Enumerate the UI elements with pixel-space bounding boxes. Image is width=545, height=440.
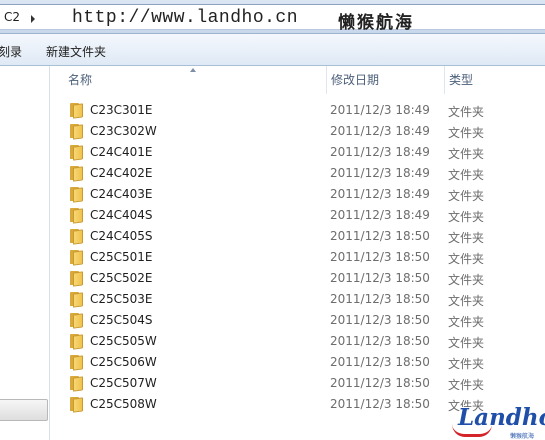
logo-text: Landho: [458, 404, 545, 431]
file-date: 2011/12/3 18:50: [330, 313, 430, 327]
file-date: 2011/12/3 18:49: [330, 124, 430, 138]
file-type: 文件夹: [448, 105, 485, 119]
folder-icon: [70, 376, 84, 392]
file-row[interactable]: C25C506W 2011/12/3 18:50 文件夹: [50, 352, 545, 373]
file-row[interactable]: C23C302W 2011/12/3 18:49 文件夹: [50, 121, 545, 142]
file-type: 文件夹: [448, 210, 485, 224]
folder-icon: [70, 292, 84, 308]
file-date: 2011/12/3 18:50: [330, 355, 430, 369]
file-date: 2011/12/3 18:50: [330, 271, 430, 285]
file-date: 2011/12/3 18:50: [330, 334, 430, 348]
folder-icon: [70, 145, 84, 161]
folder-icon: [70, 208, 84, 224]
folder-icon: [70, 271, 84, 287]
logo-subtitle: 懒猴航海: [510, 433, 535, 440]
file-date: 2011/12/3 18:49: [330, 187, 430, 201]
folder-icon: [70, 166, 84, 182]
column-type[interactable]: 类型: [444, 66, 545, 94]
file-name: C25C505W: [90, 334, 157, 348]
file-type: 文件夹: [448, 378, 485, 392]
address-bar: C2 http://www.landho.cn 懒猴航海: [0, 0, 545, 34]
file-type: 文件夹: [448, 147, 485, 161]
file-type: 文件夹: [448, 168, 485, 182]
file-row[interactable]: C25C503E 2011/12/3 18:50 文件夹: [50, 289, 545, 310]
folder-icon: [70, 313, 84, 329]
folder-icon: [70, 124, 84, 140]
burn-button[interactable]: 刻录: [0, 43, 22, 60]
folder-icon: [70, 397, 84, 413]
file-name: C25C507W: [90, 376, 157, 390]
nav-horizontal-scrollbar[interactable]: [0, 399, 48, 421]
file-date: 2011/12/3 18:50: [330, 229, 430, 243]
folder-icon: [70, 229, 84, 245]
file-date: 2011/12/3 18:50: [330, 292, 430, 306]
toolbar: 刻录 新建文件夹: [0, 34, 545, 66]
file-type: 文件夹: [448, 357, 485, 371]
folder-icon: [70, 187, 84, 203]
column-name[interactable]: 名称: [68, 66, 323, 94]
file-row[interactable]: C24C405S 2011/12/3 18:50 文件夹: [50, 226, 545, 247]
navigation-pane: [0, 66, 50, 440]
file-type: 文件夹: [448, 315, 485, 329]
file-name: C25C506W: [90, 355, 157, 369]
landho-logo: Landho 懒猴航海: [452, 404, 545, 440]
file-name: C25C502E: [90, 271, 153, 285]
file-type: 文件夹: [448, 336, 485, 350]
new-folder-button[interactable]: 新建文件夹: [46, 43, 106, 60]
file-name: C24C402E: [90, 166, 153, 180]
column-header: 名称 修改日期 类型: [50, 66, 545, 94]
file-name: C24C404S: [90, 208, 153, 222]
file-row[interactable]: C24C401E 2011/12/3 18:49 文件夹: [50, 142, 545, 163]
folder-icon: [70, 334, 84, 350]
file-date: 2011/12/3 18:50: [330, 397, 430, 411]
file-row[interactable]: C23C301E 2011/12/3 18:49 文件夹: [50, 100, 545, 121]
file-row[interactable]: C25C507W 2011/12/3 18:50 文件夹: [50, 373, 545, 394]
file-row[interactable]: C24C404S 2011/12/3 18:49 文件夹: [50, 205, 545, 226]
chevron-right-icon[interactable]: [31, 15, 35, 23]
file-name: C25C501E: [90, 250, 153, 264]
file-name: C24C401E: [90, 145, 153, 159]
file-type: 文件夹: [448, 231, 485, 245]
address-input[interactable]: C2 http://www.landho.cn 懒猴航海: [0, 4, 545, 33]
file-row[interactable]: C25C505W 2011/12/3 18:50 文件夹: [50, 331, 545, 352]
file-date: 2011/12/3 18:49: [330, 145, 430, 159]
file-row[interactable]: C24C402E 2011/12/3 18:49 文件夹: [50, 163, 545, 184]
column-date-modified[interactable]: 修改日期: [326, 66, 444, 94]
file-row[interactable]: C25C501E 2011/12/3 18:50 文件夹: [50, 247, 545, 268]
file-row[interactable]: C24C403E 2011/12/3 18:49 文件夹: [50, 184, 545, 205]
file-name: C25C504S: [90, 313, 153, 327]
file-date: 2011/12/3 18:50: [330, 376, 430, 390]
file-date: 2011/12/3 18:49: [330, 208, 430, 222]
watermark-name: 懒猴航海: [338, 13, 414, 33]
file-date: 2011/12/3 18:50: [330, 250, 430, 264]
file-name: C25C508W: [90, 397, 157, 411]
file-list: C23C301E 2011/12/3 18:49 文件夹 C23C302W 2011/…: [50, 100, 545, 415]
file-name: C23C302W: [90, 124, 157, 138]
file-type: 文件夹: [448, 189, 485, 203]
file-name: C23C301E: [90, 103, 153, 117]
folder-icon: [70, 355, 84, 371]
file-name: C24C403E: [90, 187, 153, 201]
breadcrumb-c2[interactable]: C2: [4, 10, 20, 24]
folder-icon: [70, 103, 84, 119]
file-type: 文件夹: [448, 273, 485, 287]
file-type: 文件夹: [448, 252, 485, 266]
file-type: 文件夹: [448, 294, 485, 308]
file-type: 文件夹: [448, 126, 485, 140]
file-name: C25C503E: [90, 292, 153, 306]
file-name: C24C405S: [90, 229, 153, 243]
file-row[interactable]: C25C502E 2011/12/3 18:50 文件夹: [50, 268, 545, 289]
file-date: 2011/12/3 18:49: [330, 103, 430, 117]
folder-icon: [70, 250, 84, 266]
file-row[interactable]: C25C504S 2011/12/3 18:50 文件夹: [50, 310, 545, 331]
file-date: 2011/12/3 18:49: [330, 166, 430, 180]
watermark-url: http://www.landho.cn: [72, 8, 299, 28]
